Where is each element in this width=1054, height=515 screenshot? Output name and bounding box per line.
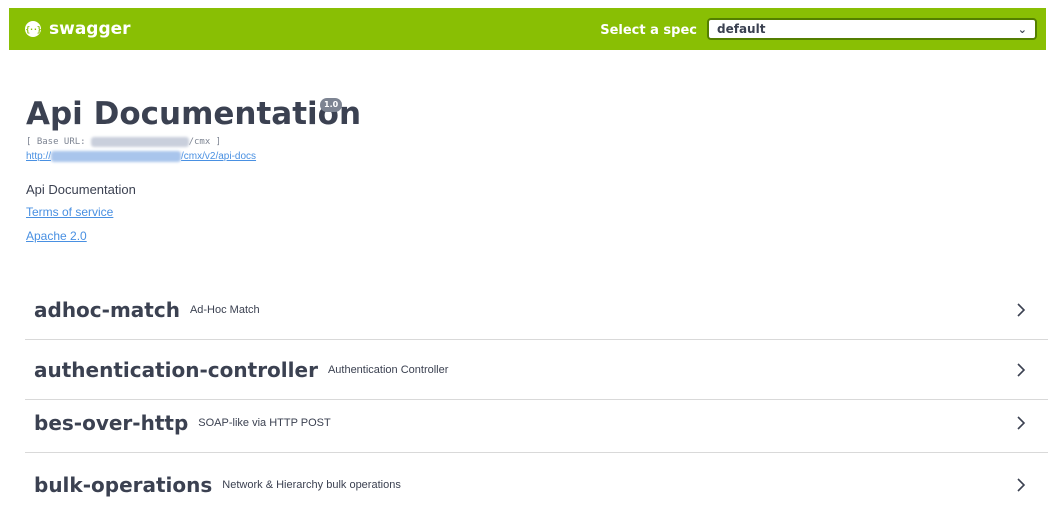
page-title: Api Documentation (26, 96, 362, 132)
logo-text: swagger (49, 19, 131, 39)
tag-description: Authentication Controller (327, 363, 449, 376)
tag-name: bes-over-http (34, 410, 189, 435)
select-spec-label: Select a spec (600, 23, 697, 38)
tag-section-adhoc-match[interactable]: adhoc-match Ad-Hoc Match (25, 280, 1048, 340)
version-badge: 1.0 (320, 98, 343, 112)
redacted-host-link: xxxxxxxxxxxxxxxxxxxxxxxxxx (51, 151, 182, 162)
base-url: [ Base URL: xxxxxxxxxxxxx:xxxx/cmx ] (26, 137, 222, 147)
tag-section-bes-over-http[interactable]: bes-over-http SOAP-like via HTTP POST (25, 393, 1048, 453)
api-docs-link[interactable]: http://xxxxxxxxxxxxxxxxxxxxxxxxxx/cmx/v2… (26, 151, 256, 162)
spec-select[interactable]: default ⌄ (707, 18, 1037, 40)
swagger-logo-icon: {··} (25, 21, 42, 37)
chevron-right-icon (1017, 302, 1026, 317)
tag-description: SOAP-like via HTTP POST (198, 416, 331, 429)
swagger-logo[interactable]: {··} swagger (25, 19, 131, 39)
tag-section-authentication-controller[interactable]: authentication-controller Authentication… (25, 340, 1048, 400)
chevron-right-icon (1017, 362, 1026, 377)
terms-of-service-link[interactable]: Terms of service (26, 205, 113, 219)
tag-description: Ad-Hoc Match (189, 303, 260, 316)
license-link[interactable]: Apache 2.0 (26, 229, 87, 243)
tag-name: bulk-operations (34, 473, 213, 497)
top-bar: {··} swagger Select a spec default ⌄ (9, 8, 1046, 50)
tag-name: adhoc-match (34, 297, 180, 322)
chevron-down-icon: ⌄ (1017, 23, 1027, 36)
chevron-right-icon (1017, 415, 1026, 430)
api-description: Api Documentation (26, 182, 136, 197)
tag-name: authentication-controller (34, 357, 318, 382)
spec-select-value: default (717, 22, 766, 36)
tag-section-bulk-operations[interactable]: bulk-operations Network & Hierarchy bulk… (25, 455, 1048, 515)
redacted-host: xxxxxxxxxxxxx:xxxx (91, 137, 189, 147)
tag-description: Network & Hierarchy bulk operations (222, 479, 401, 491)
chevron-right-icon (1017, 478, 1026, 492)
